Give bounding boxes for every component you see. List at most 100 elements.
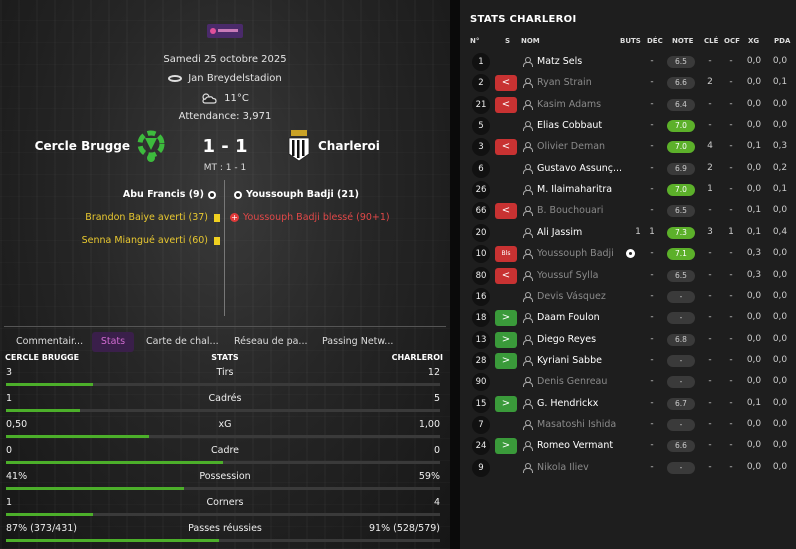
player-row[interactable]: 5 Elias Cobbaut - 7.0 - - 0,0 0,0 — [460, 115, 796, 136]
player-key-passes: - — [708, 98, 712, 109]
column-header[interactable]: NOM — [521, 37, 540, 45]
player-row[interactable]: 90 Denis Genreau - - - - 0,0 0,0 — [460, 371, 796, 392]
player-name[interactable]: Devis Vásquez — [537, 286, 621, 307]
column-header[interactable]: PDA — [774, 37, 790, 45]
away-team-name[interactable]: Charleroi — [318, 139, 380, 153]
player-row[interactable]: 80 < Youssuf Sylla - 6.5 - - 0,3 0,0 — [460, 265, 796, 286]
player-chances-created: - — [729, 184, 733, 195]
player-row[interactable]: 10 Bls Youssouph Badji - 7.1 - - 0,3 0,0 — [460, 243, 796, 264]
player-name[interactable]: Daam Foulon — [537, 307, 621, 328]
stat-row: 1 Corners 4 — [4, 497, 446, 523]
column-header[interactable]: CLÉ — [704, 37, 718, 45]
player-name[interactable]: M. Ilaimaharitra — [537, 179, 621, 200]
player-xg: 0,0 — [746, 461, 762, 472]
player-chances-created: - — [729, 290, 733, 301]
player-xg: 0,3 — [746, 248, 762, 259]
player-row[interactable]: 66 < B. Bouchouari - 6.5 - - 0,1 0,0 — [460, 200, 796, 221]
player-name[interactable]: Gustavo Assunç... — [537, 158, 621, 179]
player-rating: 6.6 — [667, 440, 695, 453]
player-xg: 0,1 — [746, 205, 762, 216]
player-rating: 7.0 — [667, 184, 695, 197]
shirt-number: 80 — [472, 266, 490, 285]
away-goal-event: Youssouph Badji (21) — [230, 189, 359, 200]
tab-heatmap[interactable]: Carte de chal... — [140, 332, 225, 352]
column-header[interactable]: XG — [748, 37, 759, 45]
player-assists: 1 — [649, 226, 655, 237]
player-row[interactable]: 3 < Olivier Deman - 7.0 4 - 0,1 0,3 — [460, 136, 796, 157]
player-name[interactable]: Masatoshi Ishida — [537, 414, 621, 435]
tab-passing-network[interactable]: Passing Netw... — [316, 332, 399, 352]
player-row[interactable]: 6 Gustavo Assunç... - 6.9 2 - 0,0 0,2 — [460, 158, 796, 179]
player-name[interactable]: Kasim Adams — [537, 94, 621, 115]
player-row[interactable]: 15 > G. Hendrickx - 6.7 - - 0,1 0,0 — [460, 393, 796, 414]
player-avatar-icon — [523, 99, 533, 110]
column-header[interactable]: N° — [470, 37, 479, 45]
player-chances-created: - — [729, 333, 733, 344]
stat-away-value: 4 — [433, 497, 440, 508]
column-header[interactable]: OCF — [724, 37, 740, 45]
player-name[interactable]: Kyriani Sabbe — [537, 350, 621, 371]
player-name[interactable]: G. Hendrickx — [537, 393, 621, 414]
column-header[interactable]: NOTE — [672, 37, 693, 45]
player-name[interactable]: Olivier Deman — [537, 136, 621, 157]
player-assists: - — [650, 354, 654, 365]
player-chances-created: - — [729, 98, 733, 109]
player-rating: 6.5 — [667, 205, 695, 218]
player-name[interactable]: Ryan Strain — [537, 72, 621, 93]
yellow-card-icon — [214, 236, 220, 245]
player-xg: 0,0 — [746, 56, 762, 66]
player-key-passes: - — [708, 269, 712, 280]
player-row[interactable]: 28 > Kyriani Sabbe - - - - 0,0 0,0 — [460, 350, 796, 371]
column-header[interactable]: S — [505, 37, 510, 45]
player-row[interactable]: 21 < Kasim Adams - 6.4 - - 0,0 0,0 — [460, 94, 796, 115]
player-name[interactable]: B. Bouchouari — [537, 200, 621, 221]
player-row[interactable]: 9 Nikola Iliev - - - - 0,0 0,0 — [460, 457, 796, 478]
player-xa: 0,0 — [772, 461, 788, 472]
player-row[interactable]: 18 > Daam Foulon - - - - 0,0 0,0 — [460, 307, 796, 328]
player-xg: 0,0 — [746, 312, 762, 323]
stat-row: 0,50 xG 1,00 — [4, 419, 446, 445]
player-name[interactable]: Denis Genreau — [537, 371, 621, 392]
player-key-passes: - — [708, 397, 712, 408]
player-row[interactable]: 20 Ali Jassim 1 1 7.3 3 1 0,1 0,4 — [460, 222, 796, 243]
charleroi-crest-icon[interactable] — [288, 130, 310, 162]
player-name[interactable]: Diego Reyes — [537, 329, 621, 350]
player-row[interactable]: 26 M. Ilaimaharitra - 7.0 1 - 0,0 0,1 — [460, 179, 796, 200]
home-team-name[interactable]: Cercle Brugge — [35, 139, 130, 153]
substitution-out-icon: < — [495, 139, 517, 156]
player-xg: 0,0 — [746, 77, 762, 88]
column-header[interactable]: BUTS — [620, 37, 641, 45]
player-xg: 0,0 — [746, 120, 762, 131]
goal-ball-icon — [234, 190, 242, 199]
player-row[interactable]: 13 > Diego Reyes - 6.8 - - 0,0 0,0 — [460, 329, 796, 350]
tab-commentary[interactable]: Commentair... — [10, 332, 89, 352]
column-header[interactable]: DÉC — [647, 37, 663, 45]
temperature: 11°C — [224, 93, 249, 104]
player-name[interactable]: Ali Jassim — [537, 222, 621, 243]
attendance: Attendance: 3,971 — [178, 111, 272, 122]
tab-stats[interactable]: Stats — [92, 332, 134, 352]
player-name[interactable]: Matz Sels — [537, 51, 621, 72]
player-xg: 0,0 — [746, 162, 762, 173]
home-card-event-1: Brandon Baiye averti (37) — [85, 212, 220, 223]
player-chances-created: - — [729, 269, 733, 280]
tab-pass-network-fr[interactable]: Réseau de pa... — [228, 332, 313, 352]
substitution-out-icon: < — [495, 203, 517, 220]
player-row[interactable]: 1 Matz Sels - 6.5 - - 0,0 0,0 — [460, 51, 796, 72]
player-row[interactable]: 7 Masatoshi Ishida - - - - 0,0 0,0 — [460, 414, 796, 435]
player-name[interactable]: Elias Cobbaut — [537, 115, 621, 136]
panel-divider — [450, 0, 460, 549]
player-assists: - — [650, 269, 654, 280]
player-name[interactable]: Youssuf Sylla — [537, 265, 621, 286]
player-chances-created: - — [729, 56, 733, 66]
player-row[interactable]: 2 < Ryan Strain - 6.6 2 - 0,0 0,1 — [460, 72, 796, 93]
player-row[interactable]: 16 Devis Vásquez - - - - 0,0 0,0 — [460, 286, 796, 307]
shirt-number: 20 — [472, 223, 490, 242]
player-name[interactable]: Romeo Vermant — [537, 435, 621, 456]
player-name[interactable]: Nikola Iliev — [537, 457, 621, 478]
player-name[interactable]: Youssouph Badji — [537, 243, 621, 264]
player-row[interactable]: 24 > Romeo Vermant - 6.6 - - 0,0 0,0 — [460, 435, 796, 456]
player-xg: 0,0 — [746, 376, 762, 387]
player-rating: 6.7 — [667, 397, 695, 410]
cercle-brugge-crest-icon[interactable] — [136, 128, 166, 164]
